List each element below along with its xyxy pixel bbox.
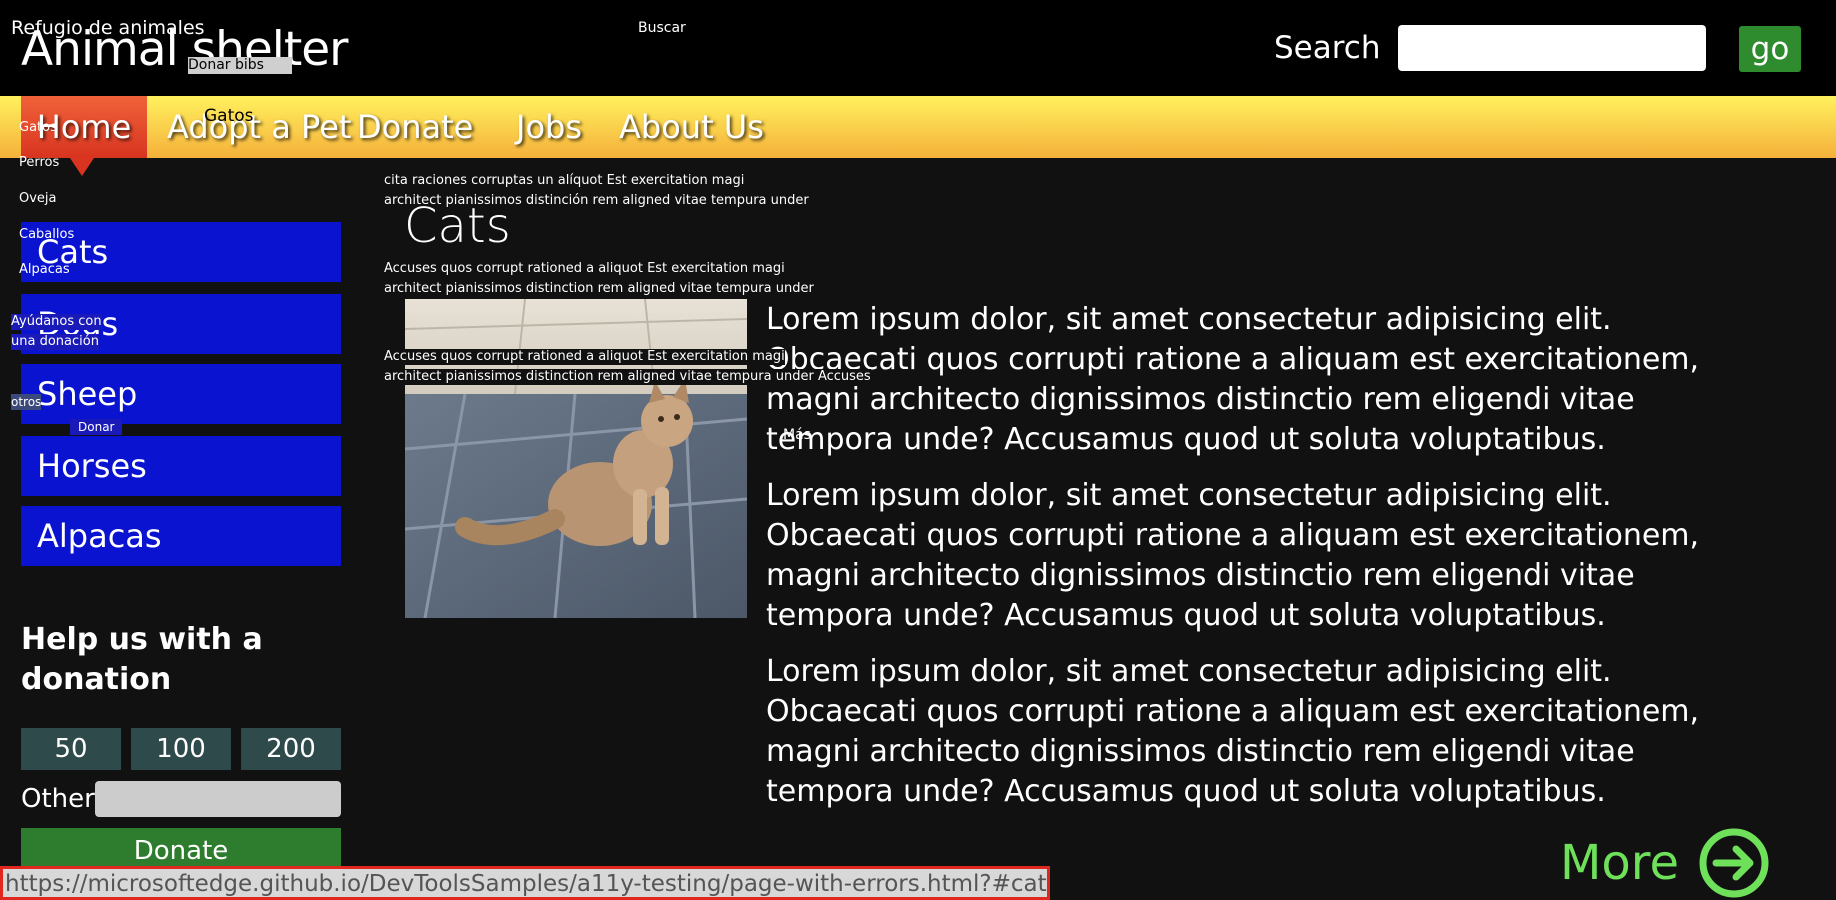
other-amount-label: Other	[21, 784, 95, 814]
overlay-label-mas: Más	[783, 427, 811, 443]
more-link[interactable]: More	[1560, 835, 1679, 891]
donation-heading: Help us with a donation	[21, 622, 263, 697]
overlay-label-ayudanos-2: una donación	[11, 334, 99, 350]
overlay-label-caballos: Caballos	[19, 227, 75, 242]
go-button[interactable]: go	[1739, 26, 1801, 72]
overlay-label-donar: Donar	[70, 419, 123, 435]
overlay-label-gatos: Gatos	[204, 106, 254, 126]
overlay-label-oveja: Oveja	[19, 191, 57, 206]
nav-active-indicator	[70, 158, 94, 176]
body-paragraph: Lorem ipsum dolor, sit amet consectetur …	[766, 302, 1700, 457]
nav-donate[interactable]: Donate	[357, 96, 473, 158]
body-paragraph: Lorem ipsum dolor, sit amet consectetur …	[766, 654, 1700, 809]
sidebar-item-sheep[interactable]: Sheep	[21, 364, 341, 424]
nav-jobs[interactable]: Jobs	[516, 96, 582, 158]
sidebar-item-horses[interactable]: Horses	[21, 436, 341, 496]
amount-button-100[interactable]: 100	[131, 728, 231, 770]
overlay-label-perros: Perros	[19, 155, 60, 170]
overlay-text-line: cita raciones corruptas un alíquot Est e…	[384, 173, 745, 188]
overlay-label-refugio: Refugio de animales	[11, 17, 205, 39]
overlay-text-line: Accuses quos corrupt rationed a aliquot …	[384, 261, 785, 276]
status-bar-url: https://microsoftedge.github.io/DevTools…	[0, 866, 1050, 900]
arrow-right-circle-icon[interactable]	[1698, 827, 1770, 899]
amount-button-200[interactable]: 200	[241, 728, 341, 770]
overlay-text-line: architect pianissimos distinción rem ali…	[384, 193, 809, 208]
amount-button-50[interactable]: 50	[21, 728, 121, 770]
overlay-text-line: architect pianissimos distinction rem al…	[384, 281, 814, 296]
site-header: Animal shelter Search go	[0, 0, 1836, 96]
overlay-text-line: Accuses quos corrupt rationed a aliquot …	[384, 349, 785, 365]
main-nav: Home Adopt a Pet Donate Jobs About Us	[0, 96, 1836, 158]
overlay-label-gatos-side: Gatos	[19, 120, 57, 135]
overlay-label-otros: otros	[11, 394, 42, 410]
search-label: Search	[1274, 30, 1381, 66]
overlay-text-line: architect pianissimos distinction rem al…	[384, 369, 871, 385]
other-amount-input[interactable]	[95, 781, 341, 817]
sidebar-item-alpacas[interactable]: Alpacas	[21, 506, 341, 566]
overlay-label-buscar: Buscar	[638, 20, 686, 36]
overlay-label-ayudanos-1: Ayúdanos con	[11, 314, 102, 330]
nav-about-us[interactable]: About Us	[619, 96, 764, 158]
cat-image	[405, 299, 747, 618]
body-paragraph: Lorem ipsum dolor, sit amet consectetur …	[766, 478, 1700, 633]
nav-adopt-a-pet[interactable]: Adopt a Pet	[167, 96, 351, 158]
overlay-label-donar-bibs: Donar bibs	[188, 57, 292, 74]
search-input[interactable]	[1398, 25, 1706, 71]
overlay-label-alpacas: Alpacas	[19, 262, 70, 277]
